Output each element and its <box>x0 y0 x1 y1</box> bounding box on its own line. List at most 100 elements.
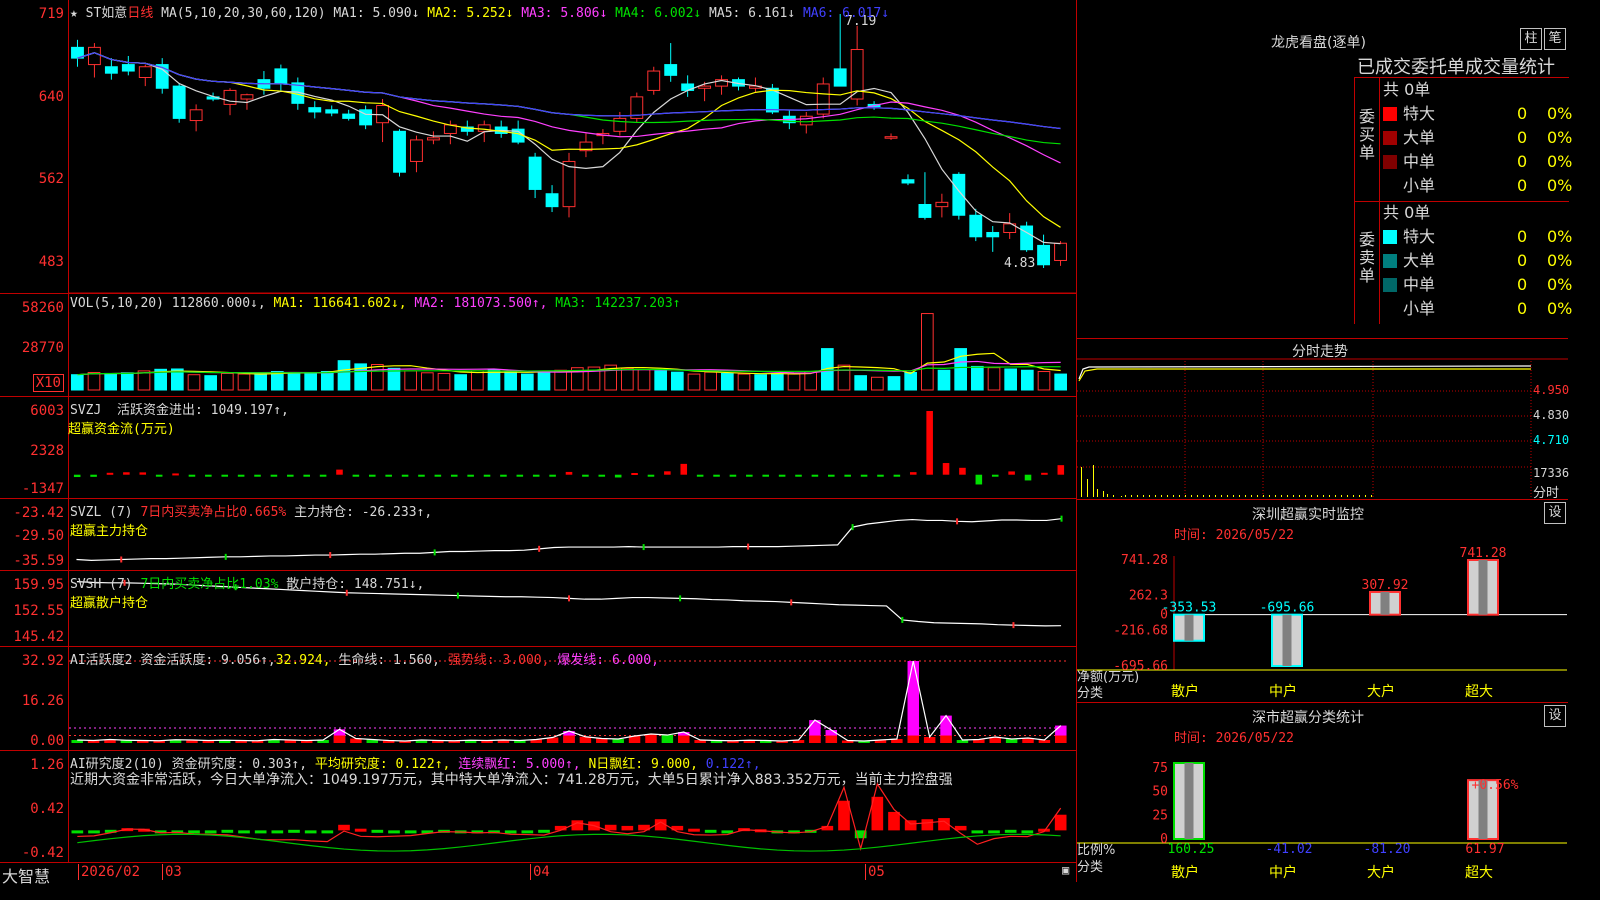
flow-bar <box>237 474 245 477</box>
vol-bar <box>704 371 717 391</box>
y-label: 640 <box>38 89 64 105</box>
research-bar <box>571 820 584 831</box>
flow-bar <box>450 474 458 477</box>
stock-name: ST如意 <box>85 6 128 21</box>
sell-table: 共 0单 特大 0 0% 大单 0 0% 中单 0 0% 小单 0 0% <box>1383 201 1572 323</box>
pen-view-button[interactable]: 笔 <box>1544 28 1566 50</box>
flow-bar <box>975 474 983 485</box>
flow-bar <box>713 474 720 477</box>
tick-mark <box>851 524 854 531</box>
color-swatch <box>1383 107 1397 121</box>
kline-panel[interactable]: 719 640 562 483 ★ ST如意日线 MA(5,10,20,30,6… <box>0 0 1076 294</box>
star-icon[interactable]: ★ <box>70 6 78 21</box>
intraday-vol-bar <box>1209 495 1210 497</box>
period-label[interactable]: 日线 <box>127 6 153 21</box>
vol-bar <box>421 372 434 391</box>
candle-body <box>901 179 915 184</box>
kline-plot[interactable]: 7.19 4.83 <box>69 0 1076 293</box>
flow-bar <box>877 474 884 477</box>
flow-bar <box>467 474 474 477</box>
research-bar <box>221 829 234 833</box>
x-axis: 大智慧 2026/02 03 04 05 ▣ <box>0 863 1076 886</box>
research-bar <box>88 830 100 834</box>
intraday-vol-bar <box>1239 495 1240 497</box>
svzj-panel[interactable]: 6003 2328 -1347 SVZJ 活跃资金进出: 1049.197↑, … <box>0 397 1076 499</box>
low-marker: 4.83 <box>1004 256 1036 271</box>
flow-bar <box>729 474 737 477</box>
flow-bar <box>762 474 769 477</box>
intraday-chart[interactable] <box>1077 339 1568 499</box>
intraday-vol-bar <box>1107 494 1108 497</box>
tick-mark <box>901 616 904 623</box>
vol-bar <box>187 374 201 391</box>
activity-base <box>678 735 690 743</box>
research-bar <box>371 829 384 833</box>
flow-bar <box>614 474 622 478</box>
y-label: -0.42 <box>21 845 64 861</box>
ma-legend-item: MA3: 5.806↓ <box>521 6 616 21</box>
flow-bar <box>991 474 999 477</box>
svzl-panel[interactable]: -23.42 -29.50 -35.59 SVZL (7) 7日内买卖净占比0.… <box>0 499 1076 571</box>
flow-bar <box>434 474 442 477</box>
flow-bar <box>860 474 868 477</box>
svsh-panel[interactable]: 159.95 152.55 145.42 SVSH (7) 7日内买卖净占比1.… <box>0 571 1076 647</box>
ai-y-axis: 32.92 16.26 0.00 <box>0 647 69 750</box>
svzj-y-axis: 6003 2328 -1347 <box>0 397 69 498</box>
vol-bar <box>1021 369 1034 391</box>
vol-panel[interactable]: 58260 28770 X10 VOL(5,10,20) 112860.000↓… <box>0 294 1076 397</box>
column-view-button[interactable]: 柱 <box>1520 28 1542 50</box>
candle-body <box>1054 242 1067 261</box>
vol-bar <box>537 372 551 391</box>
candle-body <box>342 113 356 119</box>
category-label: 散户 <box>1171 683 1199 700</box>
research-line-green <box>77 833 1061 852</box>
flow-bar <box>73 474 81 478</box>
sz-class-chart[interactable]: 7550250160.25散户-41.02中户-81.20大户61.97超大+0… <box>1077 703 1568 882</box>
tick-mark <box>456 592 459 599</box>
flow-bar <box>664 471 671 475</box>
candle-body <box>274 68 288 85</box>
flow-bar <box>959 467 966 475</box>
svzl-title: SVZL (7) 7日内买卖净占比0.665% 主力持仓: -26.233↑, … <box>70 505 433 539</box>
ai-activity-panel[interactable]: 32.92 16.26 0.00 AI活跃度2 资金活跃度: 9.056↑,32… <box>0 647 1076 751</box>
intraday-tag[interactable]: 分时 <box>1533 482 1559 501</box>
intraday-vol-bar <box>1251 495 1252 497</box>
sz-monitor-panel[interactable]: 深圳超赢实时监控 设 时间: 2026/05/22 741.28 262.3 0 -2… <box>1077 500 1568 703</box>
flow-bar <box>106 472 114 475</box>
vol-bar <box>904 371 917 391</box>
intraday-vol-bar <box>1281 495 1282 497</box>
ma-legend-item: MA4: 6.002↓ <box>615 6 710 21</box>
flow-bar <box>205 474 212 477</box>
intraday-vol-bar <box>1353 495 1354 497</box>
intraday-vol-bar <box>1197 495 1198 497</box>
intraday-panel[interactable]: 分时走势 4.950 4.830 4.710 17336 分时 <box>1077 339 1570 501</box>
ai-research-panel[interactable]: 1.26 0.42 -0.42 AI研究度2(10) 资金研究度: 0.303↑… <box>0 751 1076 863</box>
order-label: 大单 <box>1403 251 1436 270</box>
flow-bar <box>926 411 933 475</box>
sz-monitor-chart[interactable]: 741.28262.30-216.68-695.66-353.53散户-695.… <box>1077 500 1568 702</box>
flow-bar <box>909 472 917 475</box>
vol-bar <box>854 375 867 391</box>
bar-value-label: -353.53 <box>1162 601 1217 616</box>
order-row: 特大 0 0% <box>1383 102 1572 126</box>
candle-body <box>545 193 559 208</box>
lock-icon[interactable]: ▣ <box>1062 863 1069 877</box>
intraday-vol-bar <box>1365 495 1366 497</box>
net-bar-shade <box>1184 614 1194 641</box>
research-bar <box>271 830 284 834</box>
intraday-vol-bar <box>1203 495 1204 497</box>
candle-body <box>223 89 237 105</box>
flow-bar <box>532 474 540 477</box>
research-bar <box>1021 830 1034 834</box>
intraday-vol-bar <box>1329 495 1330 497</box>
intraday-volume: 17336 <box>1533 466 1570 480</box>
intraday-price: 4.710 <box>1533 433 1570 447</box>
pct-label: +0.56% <box>1472 778 1519 793</box>
candle-body <box>833 68 847 87</box>
candle-body <box>410 139 423 162</box>
y-label: 1.26 <box>30 757 64 773</box>
kline-chart[interactable] <box>69 0 1076 294</box>
tick-mark <box>538 545 541 552</box>
flow-bar <box>483 474 491 477</box>
sz-class-panel[interactable]: 深市超赢分类统计 设 时间: 2026/05/22 75 50 25 0 160.25 散… <box>1077 703 1568 882</box>
